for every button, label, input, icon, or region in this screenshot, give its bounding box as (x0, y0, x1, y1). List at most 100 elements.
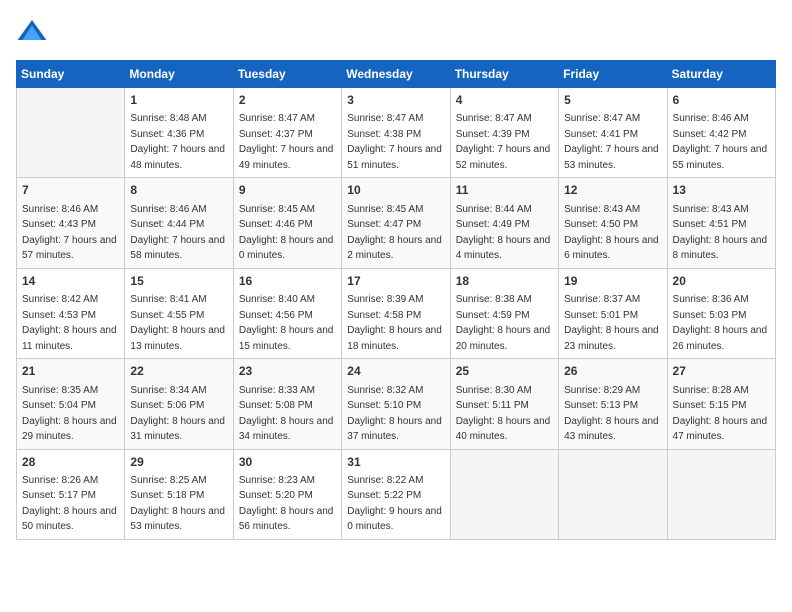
day-info: Sunrise: 8:41 AMSunset: 4:55 PMDaylight:… (130, 294, 225, 352)
day-number: 17 (347, 273, 444, 290)
day-cell: 9 Sunrise: 8:45 AMSunset: 4:46 PMDaylight… (233, 178, 341, 268)
calendar-table: SundayMondayTuesdayWednesdayThursdayFrid… (16, 60, 776, 540)
day-info: Sunrise: 8:23 AMSunset: 5:20 PMDaylight:… (239, 475, 334, 533)
day-cell: 8 Sunrise: 8:46 AMSunset: 4:44 PMDaylight… (125, 178, 233, 268)
day-cell: 7 Sunrise: 8:46 AMSunset: 4:43 PMDaylight… (17, 178, 125, 268)
week-row-3: 14 Sunrise: 8:42 AMSunset: 4:53 PMDayligh… (17, 268, 776, 358)
day-number: 1 (130, 92, 227, 109)
week-row-1: 1Sunrise: 8:48 AMSunset: 4:36 PMDaylight… (17, 88, 776, 178)
day-cell: 2 Sunrise: 8:47 AMSunset: 4:37 PMDaylight… (233, 88, 341, 178)
week-row-4: 21 Sunrise: 8:35 AMSunset: 5:04 PMDayligh… (17, 359, 776, 449)
day-cell: 4Sunrise: 8:47 AMSunset: 4:39 PMDaylight… (450, 88, 558, 178)
page-header (16, 16, 776, 48)
header-day-wednesday: Wednesday (342, 61, 450, 88)
day-info: Sunrise: 8:40 AMSunset: 4:56 PMDaylight:… (239, 294, 334, 352)
day-number: 11 (456, 182, 553, 199)
day-number: 19 (564, 273, 661, 290)
day-cell: 6 Sunrise: 8:46 AMSunset: 4:42 PMDaylight… (667, 88, 775, 178)
day-number: 16 (239, 273, 336, 290)
header-row: SundayMondayTuesdayWednesdayThursdayFrid… (17, 61, 776, 88)
day-number: 3 (347, 92, 444, 109)
header-day-sunday: Sunday (17, 61, 125, 88)
day-cell: 25Sunrise: 8:30 AMSunset: 5:11 PMDayligh… (450, 359, 558, 449)
day-cell: 18 Sunrise: 8:38 AMSunset: 4:59 PMDayligh… (450, 268, 558, 358)
logo-icon (16, 16, 48, 48)
day-info: Sunrise: 8:46 AMSunset: 4:43 PMDaylight:… (22, 204, 117, 262)
day-cell: 17Sunrise: 8:39 AMSunset: 4:58 PMDayligh… (342, 268, 450, 358)
day-number: 31 (347, 454, 444, 471)
day-info: Sunrise: 8:47 AMSunset: 4:41 PMDaylight:… (564, 113, 659, 171)
day-info: Sunrise: 8:32 AMSunset: 5:10 PMDaylight:… (347, 385, 442, 443)
day-info: Sunrise: 8:47 AMSunset: 4:37 PMDaylight:… (239, 113, 334, 171)
day-cell: 20Sunrise: 8:36 AMSunset: 5:03 PMDayligh… (667, 268, 775, 358)
day-info: Sunrise: 8:46 AMSunset: 4:44 PMDaylight:… (130, 204, 225, 262)
day-info: Sunrise: 8:44 AMSunset: 4:49 PMDaylight:… (456, 204, 551, 262)
day-cell (17, 88, 125, 178)
day-cell: 26 Sunrise: 8:29 AMSunset: 5:13 PMDayligh… (559, 359, 667, 449)
day-number: 24 (347, 363, 444, 380)
day-number: 4 (456, 92, 553, 109)
day-info: Sunrise: 8:26 AMSunset: 5:17 PMDaylight:… (22, 475, 117, 533)
day-info: Sunrise: 8:25 AMSunset: 5:18 PMDaylight:… (130, 475, 225, 533)
day-number: 29 (130, 454, 227, 471)
header-day-thursday: Thursday (450, 61, 558, 88)
day-info: Sunrise: 8:42 AMSunset: 4:53 PMDaylight:… (22, 294, 117, 352)
day-cell: 15 Sunrise: 8:41 AMSunset: 4:55 PMDayligh… (125, 268, 233, 358)
day-cell: 24 Sunrise: 8:32 AMSunset: 5:10 PMDayligh… (342, 359, 450, 449)
day-number: 18 (456, 273, 553, 290)
day-number: 2 (239, 92, 336, 109)
day-cell: 21 Sunrise: 8:35 AMSunset: 5:04 PMDayligh… (17, 359, 125, 449)
day-cell: 30 Sunrise: 8:23 AMSunset: 5:20 PMDayligh… (233, 449, 341, 539)
day-info: Sunrise: 8:43 AMSunset: 4:51 PMDaylight:… (673, 204, 768, 262)
day-cell: 14 Sunrise: 8:42 AMSunset: 4:53 PMDayligh… (17, 268, 125, 358)
day-number: 7 (22, 182, 119, 199)
day-cell: 12 Sunrise: 8:43 AMSunset: 4:50 PMDayligh… (559, 178, 667, 268)
day-number: 30 (239, 454, 336, 471)
day-cell: 19 Sunrise: 8:37 AMSunset: 5:01 PMDayligh… (559, 268, 667, 358)
day-info: Sunrise: 8:37 AMSunset: 5:01 PMDaylight:… (564, 294, 659, 352)
day-info: Sunrise: 8:38 AMSunset: 4:59 PMDaylight:… (456, 294, 551, 352)
day-number: 8 (130, 182, 227, 199)
day-info: Sunrise: 8:29 AMSunset: 5:13 PMDaylight:… (564, 385, 659, 443)
header-day-tuesday: Tuesday (233, 61, 341, 88)
day-cell: 29 Sunrise: 8:25 AMSunset: 5:18 PMDayligh… (125, 449, 233, 539)
day-cell: 28Sunrise: 8:26 AMSunset: 5:17 PMDayligh… (17, 449, 125, 539)
header-day-saturday: Saturday (667, 61, 775, 88)
day-cell: 27Sunrise: 8:28 AMSunset: 5:15 PMDayligh… (667, 359, 775, 449)
week-row-5: 28Sunrise: 8:26 AMSunset: 5:17 PMDayligh… (17, 449, 776, 539)
day-cell: 16 Sunrise: 8:40 AMSunset: 4:56 PMDayligh… (233, 268, 341, 358)
day-cell: 3 Sunrise: 8:47 AMSunset: 4:38 PMDaylight… (342, 88, 450, 178)
day-info: Sunrise: 8:30 AMSunset: 5:11 PMDaylight:… (456, 385, 551, 443)
day-number: 22 (130, 363, 227, 380)
day-cell: 10 Sunrise: 8:45 AMSunset: 4:47 PMDayligh… (342, 178, 450, 268)
day-info: Sunrise: 8:22 AMSunset: 5:22 PMDaylight:… (347, 475, 442, 533)
day-info: Sunrise: 8:43 AMSunset: 4:50 PMDaylight:… (564, 204, 659, 262)
day-number: 12 (564, 182, 661, 199)
day-number: 23 (239, 363, 336, 380)
logo (16, 16, 52, 48)
day-number: 15 (130, 273, 227, 290)
day-info: Sunrise: 8:34 AMSunset: 5:06 PMDaylight:… (130, 385, 225, 443)
day-number: 26 (564, 363, 661, 380)
day-number: 5 (564, 92, 661, 109)
day-info: Sunrise: 8:45 AMSunset: 4:46 PMDaylight:… (239, 204, 334, 262)
day-cell (559, 449, 667, 539)
day-number: 9 (239, 182, 336, 199)
day-number: 6 (673, 92, 770, 109)
day-number: 14 (22, 273, 119, 290)
day-number: 10 (347, 182, 444, 199)
day-number: 27 (673, 363, 770, 380)
day-info: Sunrise: 8:47 AMSunset: 4:38 PMDaylight:… (347, 113, 442, 171)
day-cell: 5 Sunrise: 8:47 AMSunset: 4:41 PMDaylight… (559, 88, 667, 178)
day-cell: 31 Sunrise: 8:22 AMSunset: 5:22 PMDayligh… (342, 449, 450, 539)
day-cell (667, 449, 775, 539)
header-day-friday: Friday (559, 61, 667, 88)
day-info: Sunrise: 8:35 AMSunset: 5:04 PMDaylight:… (22, 385, 117, 443)
day-info: Sunrise: 8:46 AMSunset: 4:42 PMDaylight:… (673, 113, 768, 171)
header-day-monday: Monday (125, 61, 233, 88)
day-info: Sunrise: 8:45 AMSunset: 4:47 PMDaylight:… (347, 204, 442, 262)
day-cell: 1Sunrise: 8:48 AMSunset: 4:36 PMDaylight… (125, 88, 233, 178)
day-cell: 13Sunrise: 8:43 AMSunset: 4:51 PMDayligh… (667, 178, 775, 268)
day-cell: 11 Sunrise: 8:44 AMSunset: 4:49 PMDayligh… (450, 178, 558, 268)
day-number: 21 (22, 363, 119, 380)
